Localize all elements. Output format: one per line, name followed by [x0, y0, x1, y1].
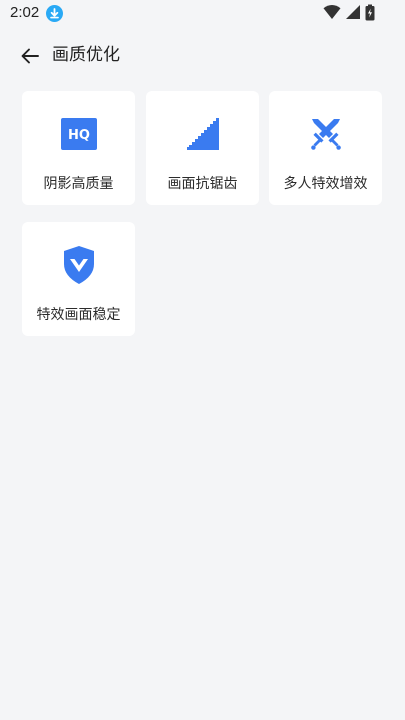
arrow-left-icon: [21, 48, 39, 64]
status-icons: [323, 4, 375, 25]
feature-card-effect-stabilize[interactable]: 特效画面稳定: [22, 222, 135, 336]
anti-alias-icon: [184, 115, 222, 153]
page-title: 画质优化: [52, 45, 120, 65]
status-bar: 2:02: [0, 0, 405, 28]
download-icon: [46, 5, 63, 22]
svg-text:HQ: HQ: [68, 128, 90, 143]
feature-card-shadow-quality[interactable]: HQ 阴影高质量: [22, 91, 135, 205]
hq-icon: HQ: [60, 115, 98, 153]
wifi-icon: [323, 4, 341, 24]
battery-icon: [365, 4, 375, 25]
feature-card-label: 特效画面稳定: [36, 307, 121, 323]
feature-card-anti-alias[interactable]: 画面抗锯齿: [146, 91, 259, 205]
shield-icon: [60, 246, 98, 284]
back-button[interactable]: [16, 44, 44, 68]
signal-icon: [345, 4, 361, 24]
feature-card-label: 阴影高质量: [43, 176, 114, 192]
crossed-swords-icon: [307, 115, 345, 153]
feature-card-multiplayer-effects[interactable]: 多人特效增效: [269, 91, 382, 205]
status-time: 2:02: [10, 4, 40, 21]
app-header: 画质优化: [0, 36, 405, 76]
feature-card-label: 多人特效增效: [283, 176, 368, 192]
feature-card-label: 画面抗锯齿: [167, 176, 238, 192]
